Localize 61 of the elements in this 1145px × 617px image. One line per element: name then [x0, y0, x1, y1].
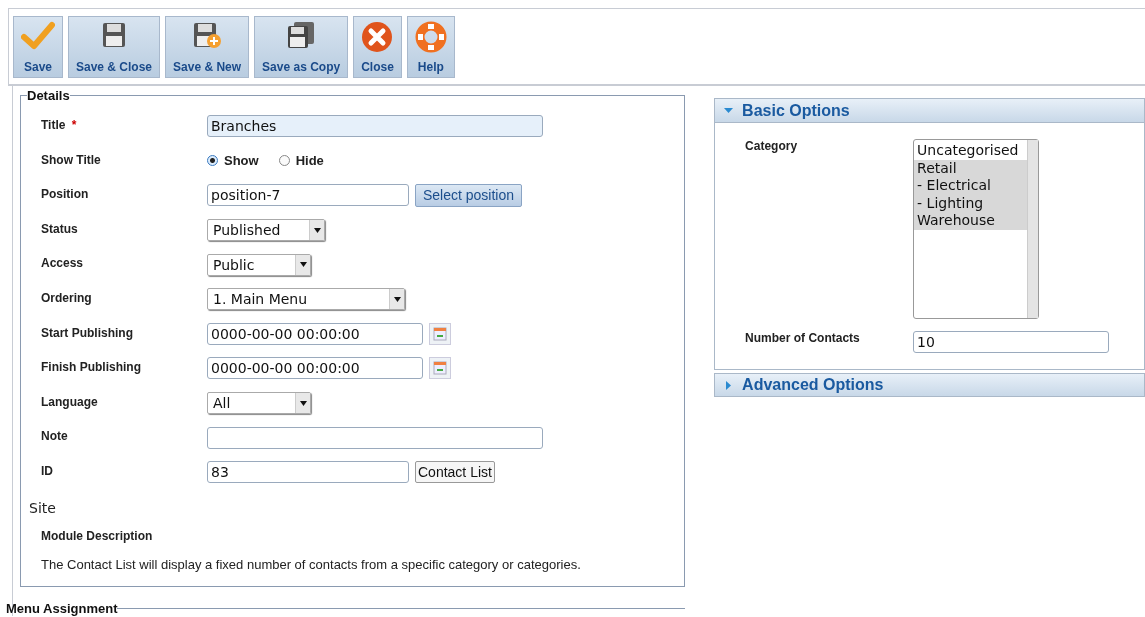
calendar-button[interactable]: [429, 357, 451, 380]
field-label: ID: [41, 463, 53, 478]
field-button[interactable]: Select position: [415, 184, 523, 207]
field-button[interactable]: Contact List: [415, 461, 495, 484]
panel-header[interactable]: Basic Options: [715, 99, 1144, 123]
toolbar-button[interactable]: Save as Copy: [254, 16, 349, 78]
field-label: Position: [41, 187, 89, 202]
text-field[interactable]: position-7: [207, 184, 409, 207]
caret-icon: [724, 106, 734, 115]
text-field[interactable]: 83: [207, 461, 409, 484]
field-label: Start Publishing: [41, 325, 133, 340]
radio-button[interactable]: Show: [207, 153, 259, 169]
select-dropdown[interactable]: Public: [207, 253, 311, 276]
module-description: The Contact List will display a fixed number of contacts from a specific category or categories.: [41, 556, 582, 572]
field-label: Access: [41, 256, 84, 271]
field-label: Note: [41, 429, 68, 444]
field-label: Title: [41, 118, 66, 132]
category-list[interactable]: Uncategorised Retail - Electrical - Lighting Warehouse: [913, 139, 1040, 319]
caret-icon: [299, 262, 307, 268]
list-item[interactable]: - Electrical: [914, 177, 1028, 195]
caret-icon: [313, 227, 321, 233]
section-heading: Site: [29, 499, 57, 516]
text-field[interactable]: [207, 426, 543, 449]
select-dropdown[interactable]: Published: [207, 219, 325, 242]
toolbar-button[interactable]: Save & New: [165, 16, 250, 78]
panel-legend: Details: [27, 88, 70, 103]
field-label: Finish Publishing: [41, 360, 141, 375]
radio-button[interactable]: Hide: [278, 153, 324, 169]
caret-icon: [724, 380, 734, 390]
close-icon: [361, 21, 394, 53]
field-label: Language: [41, 394, 98, 409]
toolbar-button[interactable]: Close: [353, 16, 402, 78]
caret-icon: [299, 400, 307, 406]
scrollbar[interactable]: [1027, 140, 1039, 318]
date-field[interactable]: 0000-00-00 00:00:00: [207, 357, 423, 380]
field-label: Category: [745, 139, 799, 153]
date-field[interactable]: 0000-00-00 00:00:00: [207, 322, 423, 345]
required-mark: *: [71, 118, 77, 132]
lifebuoy-icon: [414, 21, 447, 53]
select-dropdown[interactable]: 1. Main Menu: [207, 288, 405, 311]
caret-icon: [393, 296, 401, 302]
field-label: Module Description: [41, 528, 154, 543]
field-label: Ordering: [41, 290, 92, 305]
floppy-disks-icon: [286, 21, 317, 49]
toolbar-button[interactable]: Help: [406, 16, 455, 78]
floppy-disk-plus-icon: [192, 21, 223, 49]
checkmark-icon: [21, 21, 55, 51]
text-field[interactable]: Branches: [207, 115, 543, 138]
calendar-button[interactable]: [429, 322, 451, 345]
field-label: Status: [41, 221, 78, 236]
field-label: Show Title: [41, 152, 101, 167]
toolbar-button[interactable]: Save: [13, 16, 63, 78]
field-label: Number of Contacts: [745, 331, 861, 345]
toolbar-button[interactable]: Save & Close: [68, 16, 161, 78]
list-item[interactable]: Warehouse: [914, 212, 1028, 230]
text-field[interactable]: 10: [913, 331, 1110, 353]
list-item[interactable]: Retail: [914, 159, 1028, 177]
list-item[interactable]: Uncategorised: [914, 142, 1028, 160]
panel-legend: Menu Assignment: [6, 600, 118, 616]
panel-header[interactable]: Advanced Options: [714, 373, 1145, 397]
select-dropdown[interactable]: All: [207, 392, 311, 415]
